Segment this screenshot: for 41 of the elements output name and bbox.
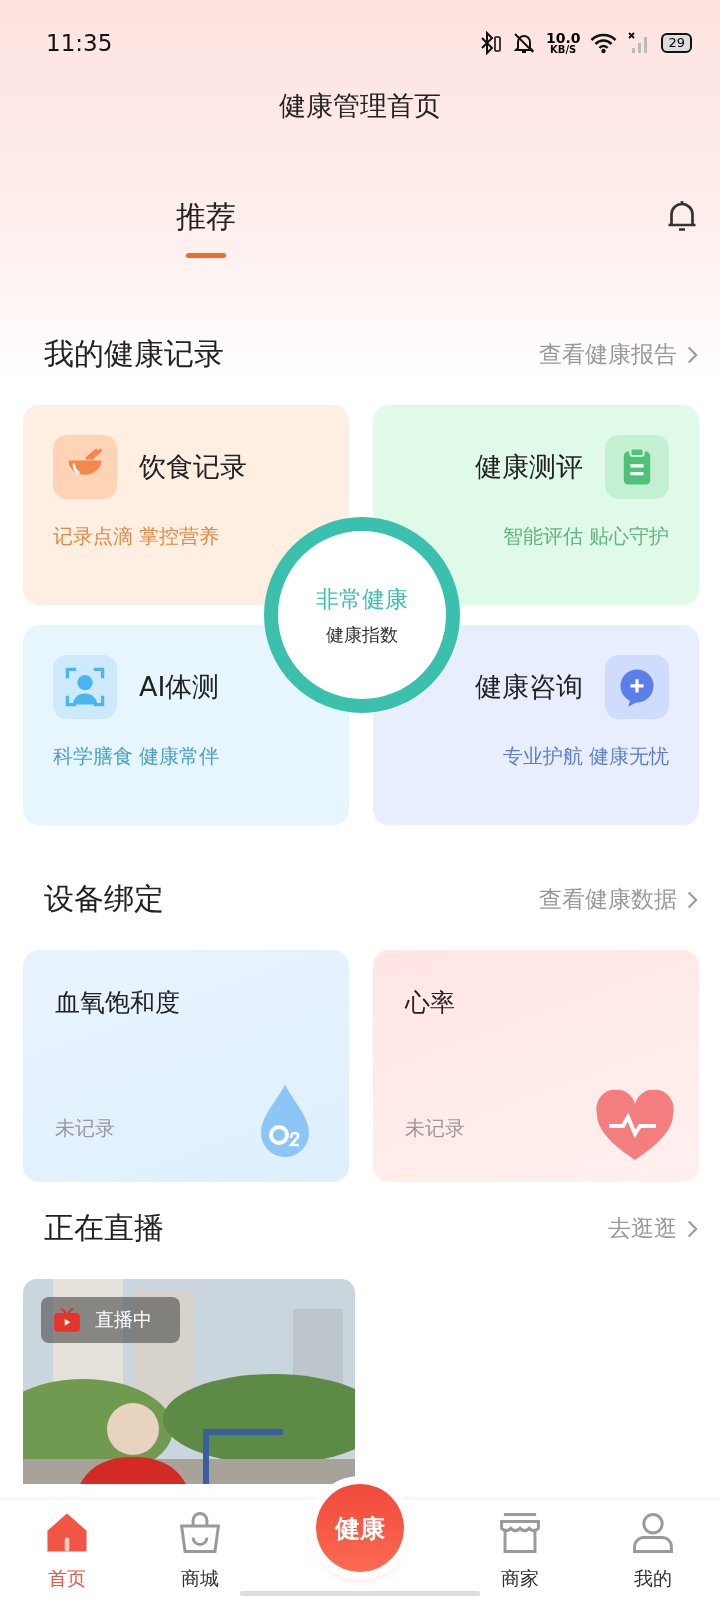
record-status: 未记录 [55,1115,115,1142]
section-title: 我的健康记录 [44,335,224,373]
chevron-right-icon [685,344,698,365]
chevron-right-icon [685,889,698,910]
card-subtitle: 记录点滴 掌控营养 [53,523,221,550]
card-title: AI体测 [139,670,220,704]
nav-tab[interactable]: 商城 [176,1500,223,1592]
card-title: 饮食记录 [139,450,247,484]
tab[interactable]: 推荐 [174,197,238,258]
network-speed: 10.0 [545,31,581,45]
tv-icon [53,1307,81,1333]
card-title: 健康咨询 [475,670,583,704]
clock-time: 11:35 [46,30,113,56]
heart-pulse-icon [595,1090,675,1162]
card-title: 健康测评 [475,450,583,484]
health-index-label: 健康指数 [326,622,398,647]
clipboard-icon [605,435,669,499]
bowl-icon [53,435,117,499]
muted-bell-icon [511,31,536,55]
speed-unit: KB/S [550,45,577,55]
section-title: 设备绑定 [44,880,164,918]
live-thumbnail[interactable]: 直播中 [23,1279,355,1484]
card-title: 心率 [405,987,456,1019]
health-status: 非常健康 [316,584,408,614]
page-title: 健康管理首页 [278,89,442,123]
device-card[interactable]: 血氧饱和度 未记录 [23,950,349,1182]
card-subtitle: 专业护航 健康无忧 [501,743,669,770]
chat-plus-icon [605,655,669,719]
card-subtitle: 智能评估 贴心守护 [501,523,669,550]
section-title: 正在直播 [44,1209,164,1247]
card-title: 血氧饱和度 [55,987,181,1019]
card-subtitle: 科学膳食 健康常伴 [53,743,221,770]
chevron-right-icon [685,1218,698,1239]
nav-tab[interactable]: 商家 [497,1500,544,1592]
live-status: 直播中 [95,1307,152,1332]
battery-indicator: 29 [661,33,692,53]
face-scan-icon [53,655,117,719]
wifi-icon [590,32,618,54]
record-status: 未记录 [405,1115,465,1142]
device-card[interactable]: 心率 未记录 [373,950,699,1182]
nav-tab[interactable]: 我的 [630,1500,677,1592]
